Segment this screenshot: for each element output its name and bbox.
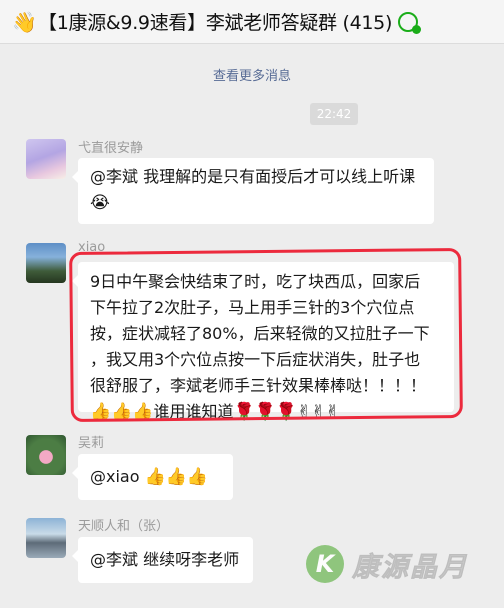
avatar[interactable] <box>26 435 66 475</box>
watermark: K 康源晶月 <box>306 542 496 586</box>
highlight-annotation-box <box>69 247 463 423</box>
avatar[interactable] <box>26 139 66 179</box>
message-timestamp: 22:42 <box>310 103 358 125</box>
message-bubble[interactable]: @xiao 👍👍👍 <box>72 454 233 500</box>
thumbs-up-emoji: 👍👍👍 <box>144 467 209 487</box>
chat-title[interactable]: 【1康源&9.9速看】李斌老师答疑群 (415) <box>38 8 392 35</box>
sender-name: 天顺人和（张） <box>78 519 170 534</box>
chat-header: 👋 【1康源&9.9速看】李斌老师答疑群 (415) <box>0 0 504 44</box>
sender-name: 弋直很安静 <box>78 141 144 156</box>
message-text: @xiao <box>90 467 145 486</box>
crying-face-emoji: 😭 <box>90 193 110 213</box>
message-bubble[interactable]: @李斌 继续呀李老师 <box>72 537 253 583</box>
sender-name: 吴莉 <box>78 436 105 451</box>
message-text: @李斌 我理解的是只有面授后才可以线上听课 <box>90 167 416 186</box>
watermark-text: 康源晶月 <box>352 551 468 583</box>
message-bubble[interactable]: @李斌 我理解的是只有面授后才可以线上听课 😭 <box>72 158 434 224</box>
message-text: @李斌 继续呀李老师 <box>90 550 240 569</box>
group-chat-icon[interactable] <box>398 11 422 34</box>
view-more-messages-link[interactable]: 查看更多消息 <box>0 65 504 84</box>
waving-hand-icon: 👋 <box>12 9 37 34</box>
watermark-logo-icon: K <box>306 545 344 583</box>
avatar[interactable] <box>26 243 66 283</box>
avatar[interactable] <box>26 518 66 558</box>
